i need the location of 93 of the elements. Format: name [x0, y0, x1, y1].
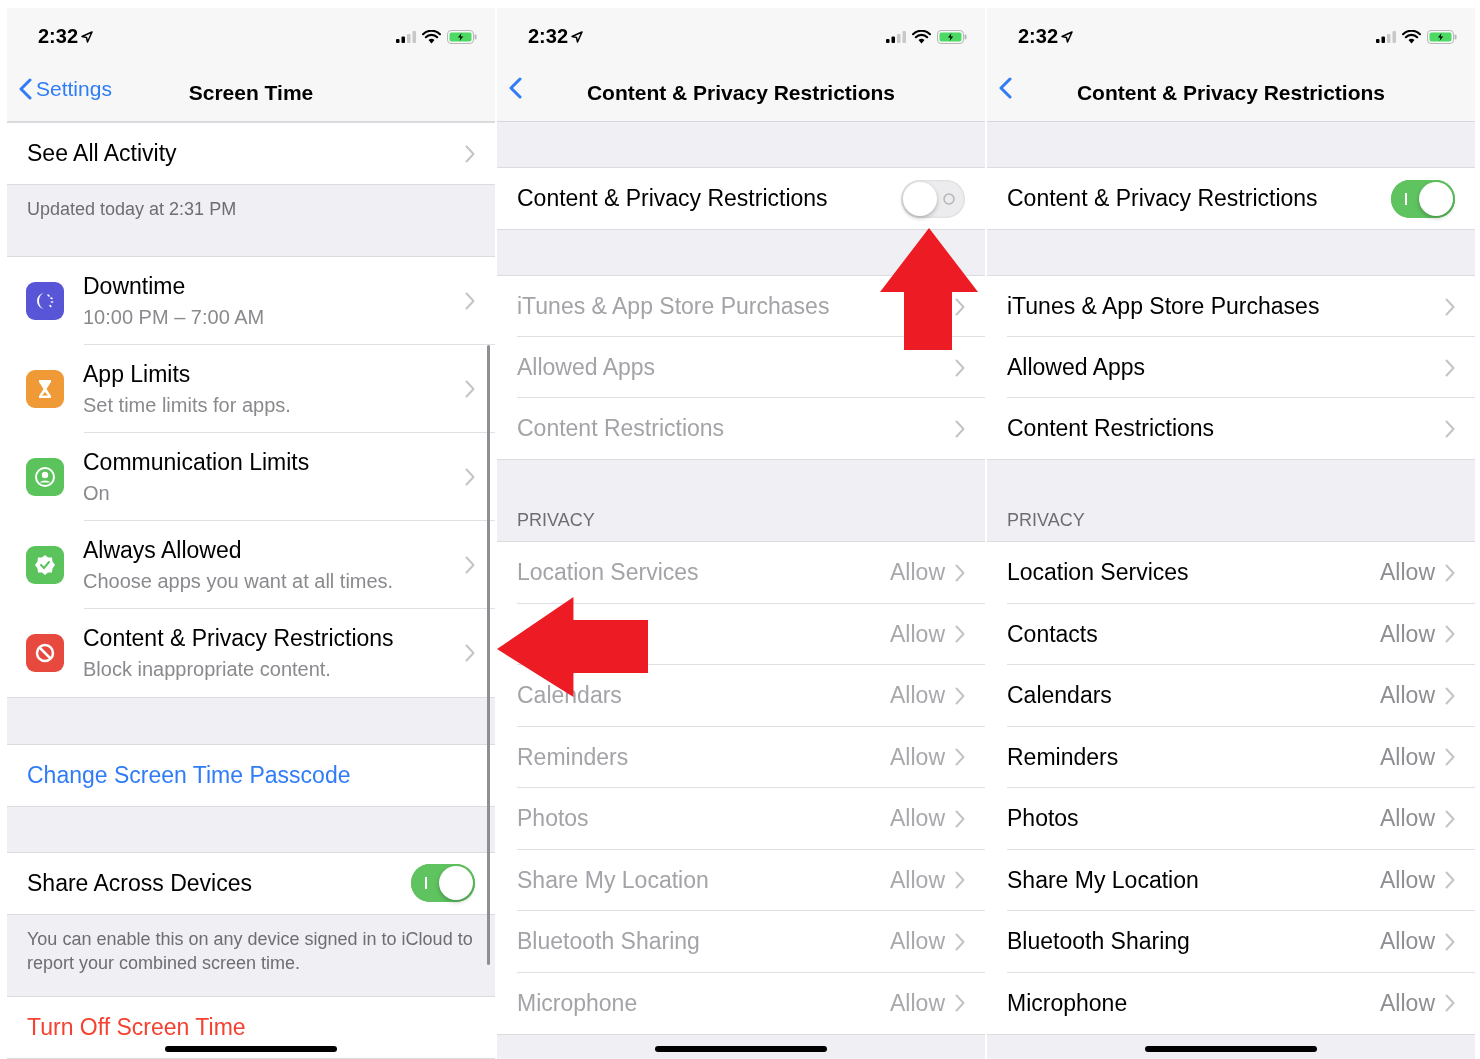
chevron-icon [955, 809, 965, 828]
list-row[interactable]: Location Services Allow [987, 542, 1475, 604]
navigation-title: Content & Privacy Restrictions [586, 81, 896, 105]
chevron-icon [955, 748, 965, 767]
check-badge-icon [33, 552, 57, 577]
row-label: Content & Privacy Restrictions [517, 185, 829, 212]
chevron-icon [465, 643, 475, 662]
chevron-icon [1445, 563, 1455, 582]
section-header: PRIVACY [1007, 510, 1086, 531]
chevron-icon [955, 297, 965, 316]
chevron-icon [1445, 871, 1455, 890]
row-subtitle: Choose apps you want at all times. [83, 569, 395, 593]
chevron-icon [465, 291, 475, 310]
chevron-icon [1445, 809, 1455, 828]
chevron-icon [955, 419, 965, 438]
row-title: App Limits [83, 360, 192, 388]
location-arrow-icon [571, 30, 584, 43]
chevron-icon [1445, 994, 1455, 1013]
turn-off-link[interactable]: Turn Off Screen Time [27, 1014, 246, 1041]
toggle-switch[interactable] [901, 179, 965, 218]
wifi-icon [1402, 29, 1421, 44]
chevron-icon [1445, 419, 1455, 438]
row-label: Share Across Devices [27, 869, 253, 897]
list-row[interactable]: App Limits Set time limits for apps. [7, 344, 495, 433]
row-label: Content & Privacy Restrictions [1007, 185, 1319, 212]
wifi-icon [422, 29, 441, 44]
list-row[interactable]: Photos Allow [987, 788, 1475, 850]
chevron-icon [955, 358, 965, 377]
list-row[interactable]: iTunes & App Store Purchases [987, 276, 1475, 337]
list-row[interactable]: Communication Limits On [7, 432, 495, 521]
signal-icon [1376, 30, 1396, 43]
location-arrow-icon [81, 30, 94, 43]
signal-icon [396, 30, 416, 43]
list-row[interactable]: Bluetooth Sharing Allow [987, 911, 1475, 973]
back-button[interactable]: Settings [17, 77, 114, 101]
chevron-icon [955, 871, 965, 890]
row-title: Always Allowed [83, 536, 243, 564]
footer-note: You can enable this on any device signed in to iCloud to report your combined screen time. [27, 927, 474, 975]
list-row[interactable]: Content & Privacy Restrictions Block inappropriate content. [7, 608, 495, 697]
row-title: Downtime [83, 272, 187, 300]
navigation-title: Screen Time [188, 81, 314, 105]
chevron-icon [465, 379, 475, 398]
row-title: Communication Limits [83, 448, 311, 476]
toggle-switch[interactable] [411, 864, 475, 903]
chevron-icon [1445, 748, 1455, 767]
battery-icon [447, 29, 477, 44]
row-subtitle: Block inappropriate content. [83, 657, 332, 681]
chevron-icon [955, 932, 965, 951]
off-ring-icon [943, 192, 955, 205]
chevron-icon [1445, 625, 1455, 644]
back-chevron-icon [999, 77, 1012, 99]
back-button[interactable] [507, 77, 524, 99]
wifi-icon [912, 29, 931, 44]
status-time: 2:32 [38, 25, 79, 48]
toggle-switch[interactable] [1391, 179, 1455, 218]
list-row[interactable]: Calendars Allow [987, 665, 1475, 727]
list-row[interactable]: Allowed Apps [987, 337, 1475, 398]
chevron-icon [1445, 358, 1455, 377]
person-circle-icon [33, 464, 57, 489]
chevron-icon [465, 144, 475, 163]
list-row[interactable]: See All Activity [7, 123, 495, 184]
row-subtitle: On [83, 481, 111, 505]
back-chevron-icon [19, 78, 32, 100]
chevron-icon [465, 555, 475, 574]
navigation-title: Content & Privacy Restrictions [1076, 81, 1386, 105]
list-row[interactable]: Share My Location Allow [987, 849, 1475, 911]
list-row[interactable]: Content Restrictions [987, 398, 1475, 459]
battery-icon [937, 29, 967, 44]
back-chevron-icon [509, 77, 522, 99]
row-subtitle: 10:00 PM – 7:00 AM [83, 305, 266, 329]
row-subtitle: Set time limits for apps. [83, 393, 292, 417]
location-arrow-icon [1061, 30, 1074, 43]
battery-icon [1427, 29, 1457, 44]
chevron-icon [955, 563, 965, 582]
list-row[interactable]: Contacts Allow [987, 603, 1475, 665]
chevron-icon [955, 625, 965, 644]
chevron-icon [465, 467, 475, 486]
signal-icon [886, 30, 906, 43]
status-time: 2:32 [1018, 25, 1059, 48]
chevron-icon [1445, 932, 1455, 951]
back-button[interactable] [997, 77, 1014, 99]
list-row[interactable]: Microphone Allow [987, 972, 1475, 1034]
chevron-icon [955, 994, 965, 1013]
status-time: 2:32 [528, 25, 569, 48]
row-title: Content & Privacy Restrictions [83, 624, 395, 652]
chevron-icon [1445, 297, 1455, 316]
section-header: PRIVACY [517, 510, 596, 531]
list-row[interactable]: Reminders Allow [987, 726, 1475, 788]
chevron-icon [1445, 686, 1455, 705]
updated-note: Updated today at 2:31 PM [27, 198, 237, 221]
list-row[interactable]: Downtime 10:00 PM – 7:00 AM [7, 256, 495, 345]
chevron-icon [955, 686, 965, 705]
list-row[interactable]: Always Allowed Choose apps you want at all times. [7, 520, 495, 609]
